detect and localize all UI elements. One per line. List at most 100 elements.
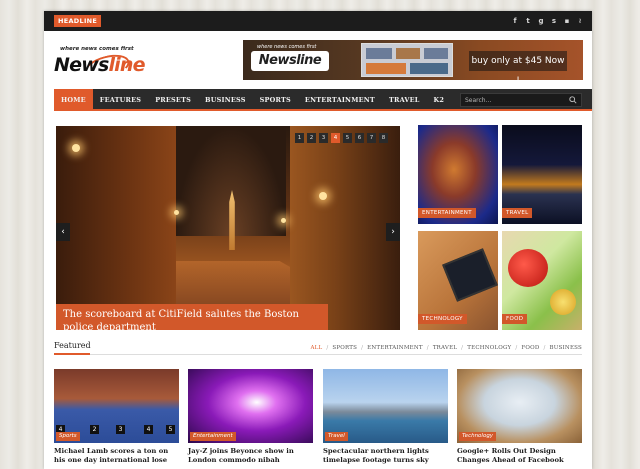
flickr-icon[interactable]: ▪ [563,15,571,27]
pepper-shape [508,249,548,287]
nav-item-presets[interactable]: PRESETS [148,89,198,111]
page-container: HEADLINE f t g s ▪ ≀ where news comes fi… [44,11,592,469]
google-plus-icon[interactable]: g [537,15,545,27]
facebook-icon[interactable]: f [511,15,519,27]
banner-logo: Newsline [251,51,329,71]
headline-label[interactable]: HEADLINE [54,15,102,27]
featured-filters: ALL / SPORTS / ENTERTAINMENT / TRAVEL / … [310,345,582,351]
banner-cta[interactable]: buy only at $45 Now ! [469,51,567,80]
tablet-shape [442,248,498,302]
filter-sports[interactable]: SPORTS [332,345,357,351]
search-input[interactable] [465,95,565,106]
card-thumbnail[interactable]: Travel [323,369,448,443]
card-title[interactable]: Michael Lamb scores a ton on his one day… [54,447,179,465]
skype-icon[interactable]: s [550,15,558,27]
card-category[interactable]: Travel [325,432,348,441]
slider-caption[interactable]: The scoreboard at CitiField salutes the … [56,304,328,330]
slider-next-arrow-icon[interactable]: › [386,223,400,241]
featured-underline [54,353,90,355]
card-title[interactable]: Google+ Rolls Out Design Changes Ahead o… [457,447,582,465]
card-thumbnail[interactable]: Entertainment [188,369,313,443]
filter-food[interactable]: FOOD [521,345,539,351]
logo-name-part2: line [108,54,145,76]
banner-tagline: where news comes first [257,44,317,50]
filter-technology[interactable]: TECHNOLOGY [467,345,511,351]
card-thumbnail[interactable]: Technology [457,369,582,443]
nav-item-features[interactable]: FEATURES [93,89,148,111]
slider-pager: 1 2 3 4 5 6 7 8 [295,133,388,143]
social-links: f t g s ▪ ≀ [511,15,584,27]
featured-card[interactable]: Technology Google+ Rolls Out Design Chan… [457,369,582,465]
filter-separator: / [326,345,329,351]
filter-business[interactable]: BUSINESS [550,345,582,351]
filter-separator: / [515,345,518,351]
tile-technology[interactable]: TECHNOLOGY [418,231,498,330]
runner-number: 3 [116,425,125,434]
top-bar: HEADLINE f t g s ▪ ≀ [44,11,592,31]
tile-label[interactable]: TRAVEL [502,208,533,218]
site-logo[interactable]: where news comes first Newsline [54,44,146,86]
slider-prev-arrow-icon[interactable]: ‹ [56,223,70,241]
slide-building-right [290,126,400,330]
slider-page-5[interactable]: 5 [343,133,352,143]
nav-menu: HOME FEATURES PRESETS BUSINESS SPORTS EN… [54,89,451,111]
tile-label[interactable]: FOOD [502,314,528,324]
card-category[interactable]: Technology [459,432,497,441]
nav-item-sports[interactable]: SPORTS [253,89,298,111]
featured-heading: Featured [54,341,91,350]
logo-tagline: where news comes first [60,46,134,52]
card-category[interactable]: Entertainment [190,432,236,441]
slider-page-1[interactable]: 1 [295,133,304,143]
main-nav: HOME FEATURES PRESETS BUSINESS SPORTS EN… [54,89,592,111]
lemon-shape [550,289,576,315]
filter-separator: / [361,345,364,351]
slider-page-4[interactable]: 4 [331,133,340,143]
featured-card[interactable]: Travel Spectacular northern lights timel… [323,369,448,465]
search-box [460,93,582,107]
runner-number: 2 [90,425,99,434]
featured-card[interactable]: Entertainment Jay-Z joins Beyonce show i… [188,369,313,465]
nav-item-entertainment[interactable]: ENTERTAINMENT [298,89,382,111]
tile-label[interactable]: ENTERTAINMENT [418,208,476,218]
runner-number: 4 [144,425,153,434]
slider-page-3[interactable]: 3 [319,133,328,143]
card-title[interactable]: Spectacular northern lights timelapse fo… [323,447,448,465]
tile-travel[interactable]: TRAVEL [502,125,582,224]
card-thumbnail[interactable]: 4 2 3 4 5 Sports [54,369,179,443]
twitter-icon[interactable]: t [524,15,532,27]
featured-slider[interactable]: 1 2 3 4 5 6 7 8 ‹ › The scoreboard at Ci… [56,126,400,330]
card-title[interactable]: Jay-Z joins Beyonce show in London commo… [188,447,313,465]
filter-separator: / [461,345,464,351]
banner-screenshots [361,43,453,77]
search-icon[interactable] [569,96,577,104]
slider-page-2[interactable]: 2 [307,133,316,143]
rss-icon[interactable]: ≀ [576,15,584,27]
slider-page-7[interactable]: 7 [367,133,376,143]
banner-ad[interactable]: where news comes first Newsline buy only… [243,40,583,80]
street-lamp [319,192,327,200]
logo-wordmark: Newsline [54,54,146,76]
street-lamp [174,210,179,215]
featured-card[interactable]: 4 2 3 4 5 Sports Michael Lamb scores a t… [54,369,179,465]
nav-item-k2[interactable]: K2 [427,89,452,111]
filter-travel[interactable]: TRAVEL [433,345,457,351]
nav-item-travel[interactable]: TRAVEL [382,89,427,111]
street-lamp [72,144,80,152]
tile-entertainment[interactable]: ENTERTAINMENT [418,125,498,224]
logo-name-part1: News [54,54,109,76]
featured-divider [54,354,582,355]
filter-separator: / [426,345,429,351]
filter-separator: / [543,345,546,351]
slide-building-left [56,126,176,330]
street-lamp [281,218,286,223]
nav-item-business[interactable]: BUSINESS [198,89,253,111]
filter-all[interactable]: ALL [310,345,322,351]
tile-food[interactable]: FOOD [502,231,582,330]
nav-item-home[interactable]: HOME [54,89,93,111]
runner-number: 5 [166,425,175,434]
slider-page-8[interactable]: 8 [379,133,388,143]
tile-label[interactable]: TECHNOLOGY [418,314,467,324]
slider-page-6[interactable]: 6 [355,133,364,143]
filter-entertainment[interactable]: ENTERTAINMENT [367,345,423,351]
card-category[interactable]: Sports [56,432,80,441]
